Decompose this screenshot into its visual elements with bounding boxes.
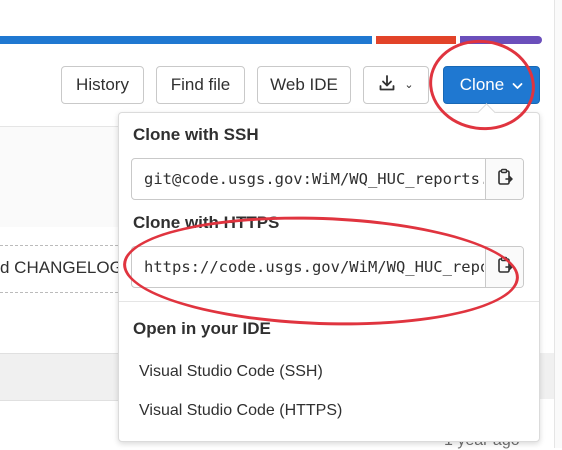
download-icon [378, 74, 396, 97]
download-button[interactable]: ⌄ [363, 66, 429, 104]
language-bar-segment [0, 36, 372, 44]
language-bar-segment [376, 36, 456, 44]
chevron-down-icon: ⌄ [404, 78, 414, 91]
history-button[interactable]: History [61, 66, 144, 104]
table-header-row [0, 353, 118, 401]
find-file-button[interactable]: Find file [156, 66, 245, 104]
clone-button[interactable]: Clone [443, 66, 540, 104]
https-url-field[interactable]: https://code.usgs.gov/WiM/WQ_HUC_reports… [131, 246, 524, 288]
clone-ssh-heading: Clone with SSH [133, 125, 259, 144]
ssh-url-input[interactable]: git@code.usgs.gov:WiM/WQ_HUC_reports.git [144, 159, 484, 199]
open-vscode-https-item[interactable]: Visual Studio Code (HTTPS) [139, 402, 342, 420]
clipboard-icon [497, 168, 513, 191]
ssh-url-field[interactable]: git@code.usgs.gov:WiM/WQ_HUC_reports.git [131, 158, 524, 200]
scrollbar-track[interactable] [554, 0, 562, 448]
clipboard-icon [497, 256, 513, 279]
open-in-ide-heading: Open in your IDE [133, 319, 271, 338]
copy-ssh-url-button[interactable] [485, 159, 523, 199]
chevron-down-icon [512, 75, 523, 95]
clone-button-label: Clone [459, 75, 505, 94]
content-panel [0, 127, 118, 227]
web-ide-button[interactable]: Web IDE [257, 66, 351, 104]
commit-message[interactable]: d CHANGELOG [0, 258, 123, 278]
clone-https-heading: Clone with HTTPS [133, 213, 280, 232]
open-vscode-ssh-item[interactable]: Visual Studio Code (SSH) [139, 363, 323, 381]
https-url-input[interactable]: https://code.usgs.gov/WiM/WQ_HUC_reports… [144, 247, 484, 287]
copy-https-url-button[interactable] [485, 247, 523, 287]
language-bar-segment [460, 36, 542, 44]
table-header-row [540, 353, 554, 399]
dropdown-divider [119, 301, 539, 302]
